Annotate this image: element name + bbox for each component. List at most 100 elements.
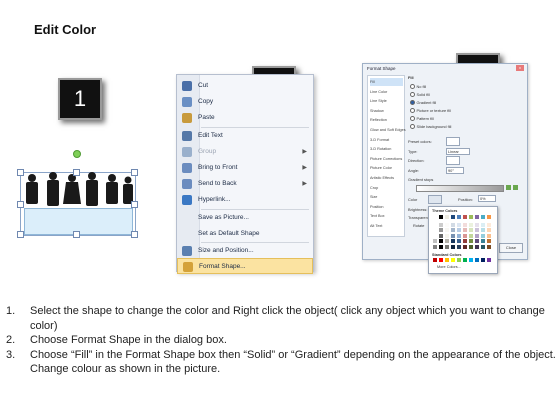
theme-color-swatch[interactable] — [463, 244, 467, 249]
standard-color-swatch[interactable] — [487, 258, 491, 262]
theme-color-swatch[interactable] — [439, 239, 443, 243]
dialog-nav-item[interactable]: Shadow — [370, 107, 403, 115]
theme-color-swatch[interactable] — [475, 215, 479, 219]
dialog-nav-item[interactable]: Picture Corrections — [370, 155, 403, 163]
theme-color-swatch[interactable] — [487, 222, 491, 227]
theme-color-swatch[interactable] — [475, 228, 479, 232]
standard-color-swatch[interactable] — [439, 258, 443, 262]
theme-color-swatch[interactable] — [457, 222, 461, 227]
menu-item-copy[interactable]: Copy — [177, 94, 313, 110]
theme-color-swatch[interactable] — [469, 228, 473, 232]
standard-color-swatch[interactable] — [433, 258, 437, 262]
theme-color-swatch[interactable] — [469, 244, 473, 249]
theme-color-swatch[interactable] — [451, 244, 455, 249]
dialog-nav-item[interactable]: Text Box — [370, 212, 403, 220]
fill-option[interactable]: Slide background fill — [410, 124, 451, 130]
theme-color-swatch[interactable] — [451, 239, 455, 243]
standard-color-swatch[interactable] — [445, 258, 449, 262]
type-dropdown[interactable]: Linear — [446, 148, 470, 155]
theme-color-swatch[interactable] — [445, 228, 449, 232]
menu-item-edit-text[interactable]: Edit Text — [177, 128, 313, 144]
theme-color-swatch[interactable] — [439, 222, 443, 227]
dialog-nav-item[interactable]: Size — [370, 193, 403, 201]
close-icon[interactable]: x — [516, 65, 524, 71]
dialog-nav-item[interactable]: Fill — [370, 78, 403, 86]
theme-color-swatch[interactable] — [469, 215, 473, 219]
dialog-nav-item[interactable]: Position — [370, 203, 403, 211]
theme-color-swatch[interactable] — [475, 244, 479, 249]
theme-color-swatch[interactable] — [457, 228, 461, 232]
standard-color-swatch[interactable] — [469, 258, 473, 262]
theme-color-swatch[interactable] — [445, 239, 449, 243]
position-input[interactable]: 0% — [478, 195, 496, 202]
resize-handle-b[interactable] — [73, 231, 80, 238]
menu-item-size-and-position[interactable]: Size and Position... — [177, 243, 313, 259]
theme-color-swatch[interactable] — [433, 233, 437, 238]
dialog-nav-item[interactable]: Line Style — [370, 97, 403, 105]
theme-color-swatch[interactable] — [475, 233, 479, 238]
resize-handle-tl[interactable] — [17, 169, 24, 176]
theme-color-swatch[interactable] — [445, 215, 449, 219]
rotation-handle[interactable] — [73, 150, 81, 158]
color-dropdown[interactable] — [428, 195, 442, 204]
theme-color-swatch[interactable] — [457, 233, 461, 238]
theme-color-swatch[interactable] — [439, 215, 443, 219]
standard-color-swatch[interactable] — [481, 258, 485, 262]
menu-item-set-as-default-shape[interactable]: Set as Default Shape — [177, 226, 313, 242]
theme-color-swatch[interactable] — [451, 222, 455, 227]
resize-handle-tr[interactable] — [131, 169, 138, 176]
close-button[interactable]: Close — [499, 243, 523, 253]
menu-item-paste[interactable]: Paste — [177, 110, 313, 126]
remove-stop-icon[interactable] — [513, 185, 518, 190]
theme-color-swatch[interactable] — [469, 233, 473, 238]
theme-color-swatch[interactable] — [475, 239, 479, 243]
theme-color-swatch[interactable] — [433, 228, 437, 232]
fill-option[interactable]: No fill — [410, 84, 426, 90]
theme-color-swatch[interactable] — [457, 215, 461, 219]
theme-color-swatch[interactable] — [463, 233, 467, 238]
more-colors-link[interactable]: More Colors... — [437, 265, 461, 269]
theme-color-swatch[interactable] — [451, 215, 455, 219]
theme-color-swatch[interactable] — [445, 222, 449, 227]
resize-handle-br[interactable] — [131, 231, 138, 238]
add-stop-icon[interactable] — [506, 185, 511, 190]
resize-handle-t[interactable] — [73, 169, 80, 176]
menu-item-bring-to-front[interactable]: Bring to Front ▶ — [177, 160, 313, 176]
theme-color-swatch[interactable] — [481, 222, 485, 227]
theme-color-swatch[interactable] — [433, 244, 437, 249]
menu-item-format-shape[interactable]: Format Shape... — [177, 258, 313, 274]
dialog-nav-item[interactable]: Picture Color — [370, 164, 403, 172]
theme-color-swatch[interactable] — [481, 215, 485, 219]
theme-color-swatch[interactable] — [457, 239, 461, 243]
theme-color-swatch[interactable] — [481, 244, 485, 249]
theme-color-swatch[interactable] — [481, 239, 485, 243]
theme-color-swatch[interactable] — [457, 244, 461, 249]
theme-color-swatch[interactable] — [481, 233, 485, 238]
dialog-nav-item[interactable]: Line Color — [370, 88, 403, 96]
standard-color-swatch[interactable] — [451, 258, 455, 262]
dialog-nav-item[interactable]: Glow and Soft Edges — [370, 126, 406, 134]
standard-color-swatch[interactable] — [463, 258, 467, 262]
dialog-nav-item[interactable]: Reflection — [370, 116, 403, 124]
theme-color-swatch[interactable] — [433, 239, 437, 243]
menu-item-hyperlink[interactable]: Hyperlink... — [177, 192, 313, 208]
theme-color-swatch[interactable] — [469, 239, 473, 243]
theme-color-swatch[interactable] — [451, 233, 455, 238]
theme-color-swatch[interactable] — [433, 222, 437, 227]
dialog-nav-item[interactable]: Alt Text — [370, 222, 403, 230]
resize-handle-l[interactable] — [17, 201, 24, 208]
theme-color-swatch[interactable] — [475, 222, 479, 227]
theme-color-swatch[interactable] — [451, 228, 455, 232]
theme-color-swatch[interactable] — [445, 244, 449, 249]
dialog-nav-item[interactable]: Crop — [370, 184, 403, 192]
menu-item-cut[interactable]: Cut — [177, 78, 313, 94]
direction-dropdown[interactable] — [446, 156, 460, 165]
theme-color-swatch[interactable] — [481, 228, 485, 232]
fill-option[interactable]: Solid fill — [410, 92, 430, 98]
theme-color-swatch[interactable] — [463, 239, 467, 243]
standard-color-swatch[interactable] — [475, 258, 479, 262]
preset-colors-dropdown[interactable] — [446, 137, 460, 146]
theme-color-swatch[interactable] — [487, 228, 491, 232]
dialog-nav-item[interactable]: 3-D Rotation — [370, 145, 403, 153]
standard-color-swatch[interactable] — [457, 258, 461, 262]
